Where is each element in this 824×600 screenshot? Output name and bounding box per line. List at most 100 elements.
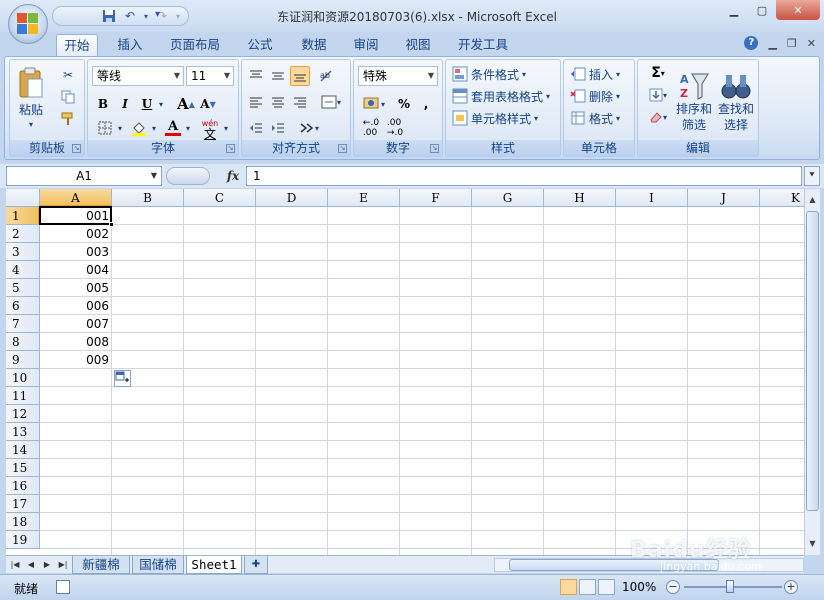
cut-icon[interactable]: ✂ <box>58 66 78 84</box>
maximize-button[interactable]: ▢ <box>748 0 776 20</box>
row-header-3[interactable]: 3 <box>6 243 40 261</box>
merge-center-icon[interactable]: ▾ <box>316 92 346 112</box>
font-size-select[interactable]: 11 ▼ <box>186 66 234 86</box>
tab-data[interactable]: 数据 <box>292 34 336 56</box>
column-header-g[interactable]: G <box>472 189 544 207</box>
office-button[interactable] <box>8 4 48 44</box>
column-header-k[interactable]: K <box>760 189 804 207</box>
prev-sheet-icon[interactable]: ◀ <box>24 558 38 572</box>
accounting-format-icon[interactable]: ▾ <box>358 94 390 114</box>
alignment-launcher-icon[interactable]: ↘ <box>338 144 347 153</box>
font-name-select[interactable]: 等线 ▼ <box>92 66 184 86</box>
borders-dropdown-icon[interactable]: ▾ <box>116 118 124 138</box>
next-sheet-icon[interactable]: ▶ <box>40 558 54 572</box>
row-header-11[interactable]: 11 <box>6 387 40 405</box>
bold-button[interactable]: B <box>94 94 112 114</box>
row-header-5[interactable]: 5 <box>6 279 40 297</box>
column-header-j[interactable]: J <box>688 189 760 207</box>
row-header-8[interactable]: 8 <box>6 333 40 351</box>
delete-cells-button[interactable]: 删除 ▾ <box>570 86 620 106</box>
minimize-button[interactable]: ▁ <box>720 0 748 20</box>
macro-record-icon[interactable] <box>56 580 70 594</box>
row-header-17[interactable]: 17 <box>6 495 40 513</box>
increase-indent-icon[interactable] <box>268 118 288 138</box>
close-button[interactable]: ✕ <box>776 0 820 20</box>
row-header-12[interactable]: 12 <box>6 405 40 423</box>
vertical-scrollbar[interactable]: ▲ ▼ <box>804 189 820 555</box>
row-header-6[interactable]: 6 <box>6 297 40 315</box>
decrease-decimal-icon[interactable]: .00 →.0 <box>384 118 406 138</box>
zoom-in-icon[interactable]: + <box>784 580 798 594</box>
clear-icon[interactable]: ▾ <box>644 108 672 126</box>
name-box[interactable]: A1 ▼ <box>6 166 162 186</box>
font-color-dropdown-icon[interactable]: ▾ <box>184 118 192 138</box>
comma-button[interactable]: , <box>416 94 436 114</box>
underline-dropdown-icon[interactable]: ▾ <box>156 94 166 114</box>
grow-font-icon[interactable]: A ▲ <box>176 94 196 114</box>
row-header-2[interactable]: 2 <box>6 225 40 243</box>
fill-handle[interactable] <box>109 222 114 227</box>
first-sheet-icon[interactable]: |◀ <box>8 558 22 572</box>
fill-icon[interactable]: ▾ <box>644 86 672 104</box>
cell-a4[interactable]: 004 <box>40 261 112 279</box>
row-header-13[interactable]: 13 <box>6 423 40 441</box>
format-cells-button[interactable]: 格式 ▾ <box>570 108 620 128</box>
scroll-down-icon[interactable]: ▼ <box>806 537 819 551</box>
sheet-tab-xinjiang[interactable]: 新疆棉 <box>72 556 130 574</box>
conditional-formatting-button[interactable]: 条件格式 ▾ <box>452 64 526 84</box>
expand-formula-bar-icon[interactable]: ⯆ <box>804 166 820 186</box>
scroll-up-icon[interactable]: ▲ <box>806 193 819 207</box>
align-top-icon[interactable] <box>246 66 266 86</box>
zoom-slider-knob[interactable] <box>726 580 734 593</box>
paste-button[interactable]: 粘贴 ▾ <box>14 64 48 132</box>
worksheet-grid[interactable]: A B C D E F G H I J K 1 2 3 4 5 6 7 8 9 10 11 12 13 14 15 16 17 18 19… <box>6 189 804 555</box>
fill-color-dropdown-icon[interactable]: ▾ <box>150 118 158 138</box>
cell-a9[interactable]: 009 <box>40 351 112 369</box>
select-all-button[interactable] <box>6 189 40 207</box>
format-as-table-button[interactable]: 套用表格格式 ▾ <box>452 86 550 106</box>
align-middle-icon[interactable] <box>268 66 288 86</box>
help-icon[interactable]: ? <box>744 36 759 50</box>
fill-color-icon[interactable] <box>128 118 150 138</box>
phonetic-guide-button[interactable]: wén 文 <box>198 118 222 140</box>
cell-a6[interactable]: 006 <box>40 297 112 315</box>
column-header-d[interactable]: D <box>256 189 328 207</box>
row-header-4[interactable]: 4 <box>6 261 40 279</box>
ribbon-restore-icon[interactable]: ❐ <box>787 37 797 50</box>
last-sheet-icon[interactable]: ▶| <box>56 558 70 572</box>
row-header-16[interactable]: 16 <box>6 477 40 495</box>
column-header-i[interactable]: I <box>616 189 688 207</box>
underline-button[interactable]: U <box>138 94 156 114</box>
tab-formulas[interactable]: 公式 <box>238 34 282 56</box>
tab-page-layout[interactable]: 页面布局 <box>162 34 228 56</box>
find-select-button[interactable]: 查找和 选择 <box>716 64 756 140</box>
name-box-dropdown-icon[interactable]: ▼ <box>151 167 157 185</box>
format-painter-icon[interactable] <box>58 110 78 128</box>
row-header-15[interactable]: 15 <box>6 459 40 477</box>
column-header-b[interactable]: B <box>112 189 184 207</box>
sort-filter-button[interactable]: AZ 排序和 筛选 <box>674 64 714 140</box>
row-header-7[interactable]: 7 <box>6 315 40 333</box>
number-launcher-icon[interactable]: ↘ <box>430 144 439 153</box>
tab-developer[interactable]: 开发工具 <box>450 34 516 56</box>
row-header-19[interactable]: 19 <box>6 531 40 549</box>
page-layout-view-icon[interactable] <box>579 579 596 595</box>
cell-a5[interactable]: 005 <box>40 279 112 297</box>
borders-icon[interactable] <box>94 118 116 138</box>
normal-view-icon[interactable] <box>560 579 577 595</box>
phonetic-dropdown-icon[interactable]: ▾ <box>222 118 230 138</box>
column-header-a[interactable]: A <box>40 189 112 207</box>
align-right-icon[interactable] <box>290 92 310 112</box>
tab-insert[interactable]: 插入 <box>108 34 152 56</box>
tab-review[interactable]: 审阅 <box>344 34 388 56</box>
sheet-tab-sheet1[interactable]: Sheet1 <box>186 556 242 574</box>
orientation-icon[interactable]: ab <box>316 66 338 86</box>
cell-styles-button[interactable]: 单元格样式 ▾ <box>452 108 538 128</box>
clipboard-launcher-icon[interactable]: ↘ <box>72 144 81 153</box>
decrease-indent-icon[interactable] <box>246 118 266 138</box>
cell-a8[interactable]: 008 <box>40 333 112 351</box>
paste-dropdown-icon[interactable]: ▾ <box>29 120 33 129</box>
align-bottom-icon[interactable] <box>290 66 310 86</box>
zoom-out-icon[interactable]: − <box>666 580 680 594</box>
vertical-scroll-thumb[interactable] <box>806 211 819 511</box>
